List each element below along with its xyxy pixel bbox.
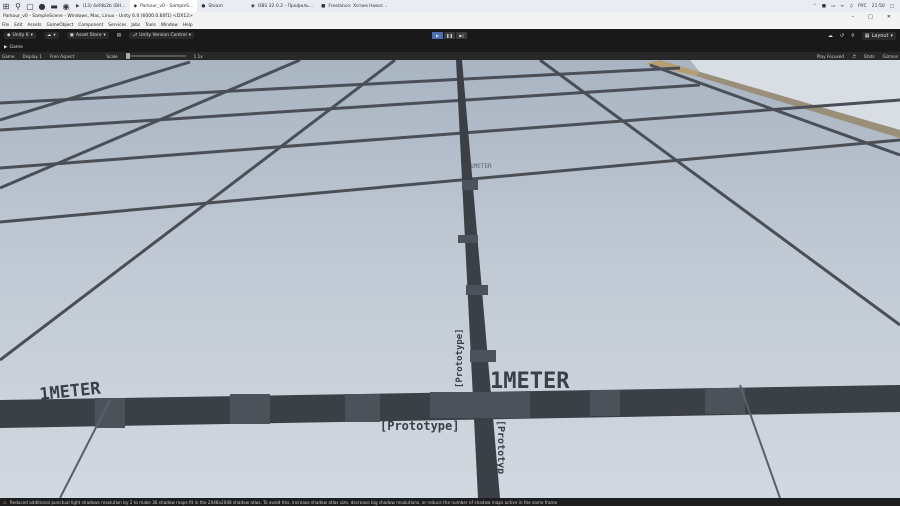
play-button[interactable]: ▶ xyxy=(432,32,443,39)
task-view-icon[interactable]: ▢ xyxy=(24,0,36,12)
taskbar-tab-obs[interactable]: ◉ OBS 32.0.2 - Профиль... xyxy=(247,0,317,12)
gamepad-icon: ▶ xyxy=(4,44,8,50)
chevron-down-icon: ▾ xyxy=(53,33,56,38)
version-control-button[interactable]: ⎇ Unity Version Control ▾ xyxy=(129,32,194,39)
prototype-label-right: [Prototyp xyxy=(495,420,506,474)
menu-services[interactable]: Services xyxy=(108,23,126,28)
steam-app-icon[interactable]: ● xyxy=(36,0,48,12)
chevron-down-icon: ▾ xyxy=(188,33,191,38)
layout-dropdown[interactable]: ▦ Layout ▾ xyxy=(861,31,896,40)
menu-bar: File Edit Assets GameObject Component Se… xyxy=(0,21,900,29)
cloud-services-button[interactable]: ☁ ▾ xyxy=(43,32,59,39)
tab-game[interactable]: ▶ Game xyxy=(4,45,23,50)
scale-slider-handle[interactable] xyxy=(125,53,130,59)
menu-window[interactable]: Window xyxy=(161,23,178,28)
unity-logo-icon: ◆ xyxy=(7,33,11,38)
mute-audio-icon[interactable]: ♬ xyxy=(852,54,856,59)
game-view-toolbar: Game Display 1 Free Aspect Scale 1.1x Pl… xyxy=(0,52,900,60)
history-icon[interactable]: ↺ xyxy=(840,33,844,39)
search-icon[interactable]: ⚲ xyxy=(12,0,24,12)
scale-slider[interactable] xyxy=(125,53,186,59)
warning-icon: ⚠ xyxy=(3,499,7,505)
scene-render: 1METER 1METER 1METER [Prototype] [Protot… xyxy=(0,60,900,498)
unity-icon: ◆ xyxy=(133,3,138,9)
windows-taskbar: ⊞ ⚲ ▢ ● ▬ ◉ ▶ (13) 4efdb2b (BH... ◆ Parkou… xyxy=(0,0,900,12)
game-viewport[interactable]: 1METER 1METER 1METER [Prototype] [Protot… xyxy=(0,60,900,498)
status-message: Reduced additional punctual light shadow… xyxy=(9,499,558,505)
menu-tools[interactable]: Tools xyxy=(145,23,156,28)
menu-assets[interactable]: Assets xyxy=(28,23,42,28)
freelance-icon: ■ xyxy=(321,3,326,9)
minimize-icon[interactable]: – xyxy=(852,14,855,20)
menu-file[interactable]: File xyxy=(2,23,9,28)
close-icon[interactable]: ✕ xyxy=(887,14,891,20)
aspect-dropdown[interactable]: Free Aspect xyxy=(50,54,74,59)
menu-component[interactable]: Component xyxy=(78,23,103,28)
asset-store-button[interactable]: ▣ Asset Store ▾ xyxy=(66,32,109,39)
menu-jobs[interactable]: Jobs xyxy=(131,23,140,28)
chevron-down-icon: ▾ xyxy=(30,33,33,38)
game-tab-bar: ▶ Game xyxy=(0,42,900,52)
window-titlebar: Parkour_v0 - SampleScene - Windows, Mac,… xyxy=(0,12,900,21)
maximize-icon[interactable]: □ xyxy=(868,14,873,20)
cloud-icon: ☁ xyxy=(46,33,52,38)
browser-icon[interactable]: ◉ xyxy=(60,0,72,12)
volume-icon[interactable]: ♫ xyxy=(849,4,853,9)
package-icon[interactable]: ▤ xyxy=(117,33,121,38)
file-explorer-icon[interactable]: ▬ xyxy=(48,0,60,12)
play-focused-dropdown[interactable]: Play Focused xyxy=(817,54,844,59)
taskbar-tab-steam[interactable]: ● Steam xyxy=(197,0,226,12)
menu-gameobject[interactable]: GameObject xyxy=(47,23,74,28)
taskbar-tab-unity[interactable]: ◆ Parkour_v0 - SampleS... xyxy=(129,0,198,12)
step-button[interactable]: ▶| xyxy=(456,32,467,39)
language-indicator[interactable]: РУС xyxy=(858,4,867,9)
scale-label: Scale xyxy=(106,53,118,59)
windows-start-icon[interactable]: ⊞ xyxy=(0,0,12,12)
pause-button[interactable]: ❚❚ xyxy=(444,32,455,39)
account-button[interactable]: ◆ Unity 6 ▾ xyxy=(4,32,36,39)
obs-icon: ◉ xyxy=(250,3,255,9)
notification-icon[interactable]: □ xyxy=(890,4,894,9)
wifi-icon[interactable]: ≈ xyxy=(840,4,844,9)
taskbar-tab-freelance[interactable]: ■ Freelance: Хотим Новог... xyxy=(317,0,391,12)
gizmos-button[interactable]: Gizmos xyxy=(883,54,898,59)
prototype-label-vertical: [Prototype] xyxy=(455,328,465,388)
tray-app-icon[interactable]: ■ xyxy=(822,4,826,9)
cloud-icon[interactable]: ☁ xyxy=(828,33,833,39)
store-icon: ▣ xyxy=(69,33,74,38)
clock[interactable]: 21:50 xyxy=(872,4,885,9)
scale-value: 1.1x xyxy=(193,53,203,59)
taskbar-tab-youtube[interactable]: ▶ (13) 4efdb2b (BH... xyxy=(72,0,130,12)
search-icon[interactable]: ⚲ xyxy=(851,33,855,39)
chevron-down-icon: ▾ xyxy=(103,33,106,38)
game-mode-dropdown[interactable]: Game xyxy=(2,54,14,59)
playmode-controls: ▶ ❚❚ ▶| xyxy=(432,32,467,39)
tray-chevron-icon[interactable]: ⌃ xyxy=(813,4,817,9)
display-dropdown[interactable]: Display 1 xyxy=(22,54,41,59)
stats-button[interactable]: Stats xyxy=(864,54,875,59)
youtube-icon: ▶ xyxy=(76,3,80,9)
window-title: Parkour_v0 - SampleScene - Windows, Mac,… xyxy=(3,14,193,19)
layout-icon: ▦ xyxy=(864,32,870,39)
menu-help[interactable]: Help xyxy=(183,23,193,28)
menu-edit[interactable]: Edit xyxy=(14,23,22,28)
branch-icon: ⎇ xyxy=(132,33,138,38)
battery-icon[interactable]: ▭ xyxy=(831,4,835,9)
meter-label-main: 1METER xyxy=(490,369,570,394)
meter-label-far: 1METER xyxy=(470,163,492,170)
console-status-bar[interactable]: ⚠ Reduced additional punctual light shad… xyxy=(0,498,900,506)
prototype-label-bottom: [Prototype] xyxy=(380,419,459,433)
steam-icon: ● xyxy=(201,3,206,9)
chevron-down-icon: ▾ xyxy=(890,32,893,39)
